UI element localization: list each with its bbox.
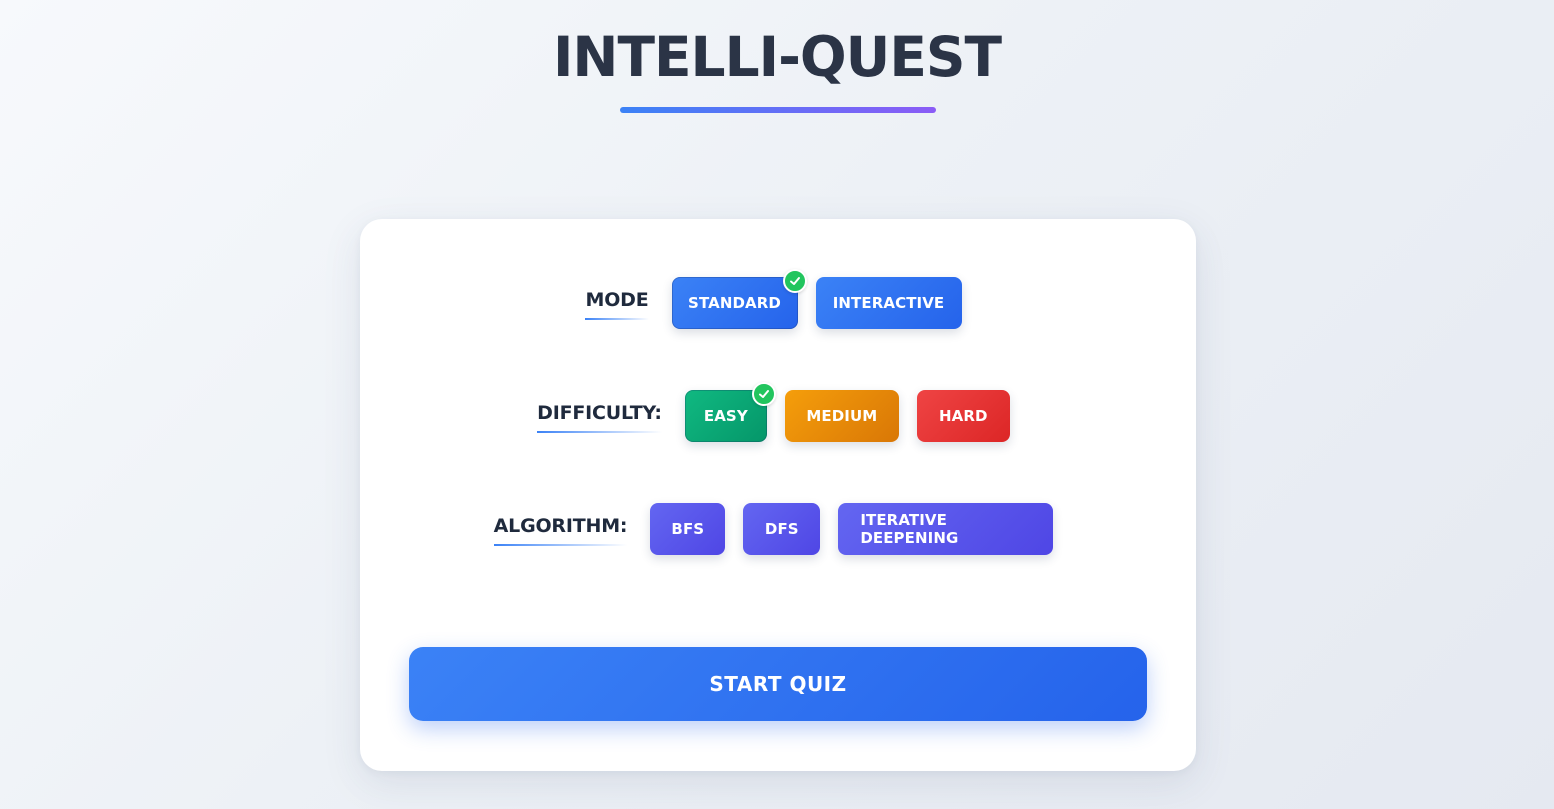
difficulty-row: DIFFICULTY: EASY MEDIUM HARD [360, 382, 1196, 443]
page-title: INTELLI-QUEST [552, 25, 1002, 89]
difficulty-hard-button[interactable]: HARD [916, 390, 1010, 442]
difficulty-medium-label: MEDIUM [806, 407, 878, 425]
algorithm-iterative-deepening-button[interactable]: ITERATIVE DEEPENING [838, 503, 1054, 555]
algorithm-bfs-button[interactable]: BFS [650, 503, 726, 555]
algorithm-dfs-button[interactable]: DFS [743, 503, 821, 555]
difficulty-easy-label: EASY [703, 407, 748, 425]
algorithm-dfs-label: DFS [764, 520, 799, 538]
quiz-settings-card: MODE STANDARD INTERACTIVE DIFFICULTY: EA… [360, 219, 1196, 771]
title-underline [620, 107, 936, 113]
difficulty-medium-button[interactable]: MEDIUM [784, 390, 899, 442]
algorithm-label: ALGORITHM: [493, 515, 628, 546]
algorithm-bfs-label: BFS [671, 520, 705, 538]
start-quiz-button[interactable]: START QUIZ [409, 647, 1147, 721]
mode-interactive-label: INTERACTIVE [832, 294, 945, 312]
mode-standard-button[interactable]: STANDARD [671, 269, 807, 329]
difficulty-easy-button[interactable]: EASY [684, 382, 776, 442]
difficulty-hard-label: HARD [939, 407, 988, 425]
checkmark-icon [782, 269, 807, 293]
mode-row: MODE STANDARD INTERACTIVE [360, 269, 1196, 330]
checkmark-icon [751, 382, 776, 406]
difficulty-label: DIFFICULTY: [537, 402, 662, 433]
mode-label: MODE [585, 289, 649, 320]
start-quiz-label: START QUIZ [709, 672, 847, 696]
algorithm-iterative-deepening-label: ITERATIVE DEEPENING [860, 511, 959, 547]
mode-interactive-button[interactable]: INTERACTIVE [815, 277, 962, 329]
mode-standard-label: STANDARD [688, 294, 781, 312]
algorithm-row: ALGORITHM: BFS DFS ITERATIVE DEEPENING [360, 502, 1196, 556]
